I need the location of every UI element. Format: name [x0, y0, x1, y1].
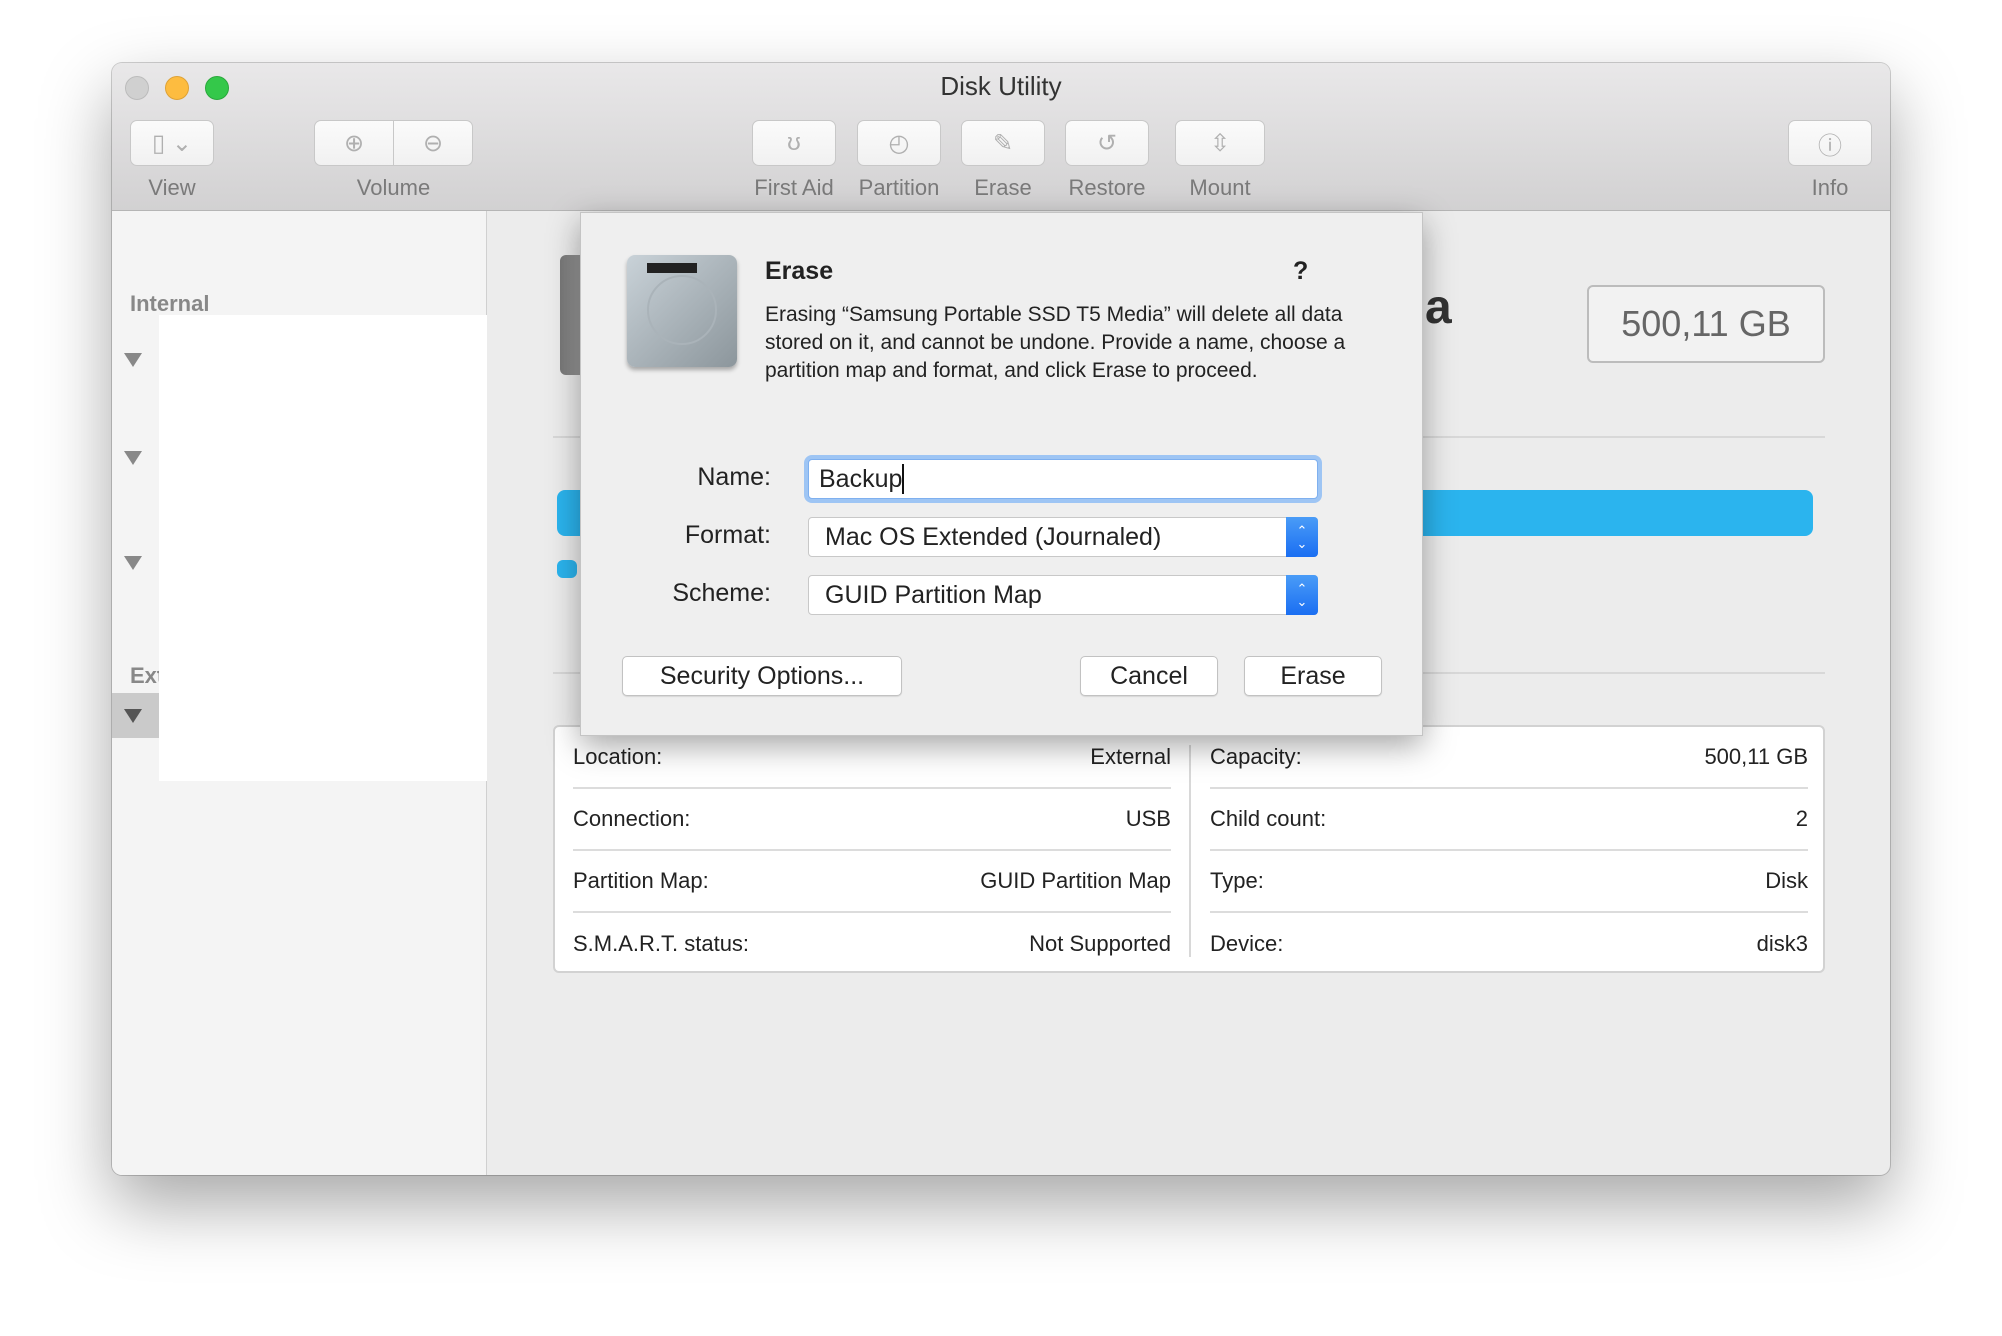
- info-value: Not Supported: [1029, 931, 1171, 956]
- scheme-label: Scheme:: [672, 579, 771, 607]
- info-row: S.M.A.R.T. status: Not Supported: [573, 913, 1171, 975]
- first-aid-button[interactable]: ʊ: [752, 120, 836, 166]
- format-value: Mac OS Extended (Journaled): [825, 522, 1162, 551]
- info-key: Type:: [1210, 868, 1264, 893]
- format-label: Format:: [684, 521, 771, 549]
- info-row: Child count: 2: [1210, 789, 1808, 851]
- name-label: Name:: [697, 463, 771, 491]
- erase-dialog: Erase ? Erasing “Samsung Portable SSD T5…: [580, 212, 1423, 736]
- mount-label: Mount: [1189, 175, 1251, 200]
- scheme-value: GUID Partition Map: [825, 580, 1042, 609]
- info-value: 500,11 GB: [1704, 744, 1808, 769]
- add-volume-icon: ⊕: [343, 129, 365, 157]
- toolbar: Disk Utility ▯ ⌄ View ⊕ ⊖ Volume ʊ First…: [112, 63, 1890, 211]
- erase-toolbar-button[interactable]: ✎: [961, 120, 1045, 166]
- info-value: Disk: [1765, 868, 1808, 893]
- add-volume-button[interactable]: ⊕: [314, 120, 394, 166]
- info-value: disk3: [1756, 931, 1808, 956]
- info-row: Connection: USB: [573, 789, 1171, 851]
- format-select[interactable]: Mac OS Extended (Journaled) ⌃ ⌄: [808, 517, 1318, 557]
- info-value: External: [1090, 744, 1171, 769]
- info-key: Location:: [573, 744, 663, 769]
- view-button[interactable]: ▯ ⌄: [130, 120, 214, 166]
- restore-label: Restore: [1068, 175, 1146, 200]
- capacity-badge: 500,11 GB: [1587, 285, 1825, 363]
- stepper-chevrons-icon: ⌃ ⌄: [1286, 517, 1318, 557]
- info-value: GUID Partition Map: [980, 868, 1171, 893]
- info-key: Child count:: [1210, 806, 1327, 831]
- info-row: Type: Disk: [1210, 851, 1808, 913]
- info-value: 2: [1795, 806, 1808, 831]
- window-title: Disk Utility: [940, 71, 1062, 101]
- partition-icon: ◴: [888, 129, 910, 157]
- disclosure-triangle-icon[interactable]: [124, 709, 142, 723]
- info-row: Location: External: [573, 727, 1171, 789]
- sidebar-icon: ▯ ⌄: [152, 129, 192, 157]
- cancel-button[interactable]: Cancel: [1080, 656, 1218, 696]
- security-options-button[interactable]: Security Options...: [622, 656, 902, 696]
- info-key: Device:: [1210, 931, 1284, 956]
- partition-button[interactable]: ◴: [857, 120, 941, 166]
- mount-icon: ⇳: [1209, 129, 1231, 157]
- view-label: View: [148, 175, 196, 200]
- dialog-message: Erasing “Samsung Portable SSD T5 Media” …: [765, 303, 1346, 382]
- first-aid-label: First Aid: [754, 175, 834, 200]
- legend-dot: [557, 560, 577, 578]
- info-key: S.M.A.R.T. status:: [573, 931, 750, 956]
- erase-label: Erase: [974, 175, 1032, 200]
- info-row: Device: disk3: [1210, 913, 1808, 975]
- sidebar-section-internal: Internal: [130, 291, 210, 316]
- info-button[interactable]: ⓘ: [1788, 120, 1872, 166]
- text-cursor: [902, 464, 905, 494]
- info-table: Location: External Connection: USB Partiti…: [553, 725, 1825, 973]
- info-row: Partition Map: GUID Partition Map: [573, 851, 1171, 913]
- help-button[interactable]: ?: [1293, 257, 1308, 286]
- sidebar: Internal External: [112, 211, 487, 1175]
- partition-label: Partition: [858, 175, 940, 200]
- info-key: Partition Map:: [573, 868, 709, 893]
- dialog-title: Erase: [765, 257, 834, 285]
- remove-volume-button[interactable]: ⊖: [393, 120, 473, 166]
- name-input[interactable]: Backup: [808, 459, 1318, 499]
- sidebar-device-list: [159, 315, 487, 781]
- disclosure-triangle-icon[interactable]: [124, 451, 142, 465]
- device-name: a: [1425, 281, 1452, 334]
- info-row: Capacity: 500,11 GB: [1210, 727, 1808, 789]
- restore-icon: ↺: [1096, 129, 1118, 157]
- info-value: USB: [1125, 806, 1171, 831]
- disclosure-triangle-icon[interactable]: [124, 556, 142, 570]
- stethoscope-icon: ʊ: [787, 129, 801, 156]
- info-key: Capacity:: [1210, 744, 1302, 769]
- remove-volume-icon: ⊖: [422, 129, 444, 157]
- hard-disk-icon: [627, 255, 737, 367]
- restore-button[interactable]: ↺: [1065, 120, 1149, 166]
- erase-icon: ✎: [992, 129, 1014, 157]
- stepper-chevrons-icon: ⌃ ⌄: [1286, 575, 1318, 615]
- mount-button[interactable]: ⇳: [1175, 120, 1265, 166]
- volume-label: Volume: [356, 175, 431, 200]
- disclosure-triangle-icon[interactable]: [124, 353, 142, 367]
- info-icon: ⓘ: [1818, 132, 1842, 160]
- erase-button[interactable]: Erase: [1244, 656, 1382, 696]
- scheme-select[interactable]: GUID Partition Map ⌃ ⌄: [808, 575, 1318, 615]
- info-label: Info: [1811, 175, 1849, 200]
- name-input-value: Backup: [819, 464, 903, 493]
- column-divider: [1189, 745, 1191, 957]
- info-key: Connection:: [573, 806, 691, 831]
